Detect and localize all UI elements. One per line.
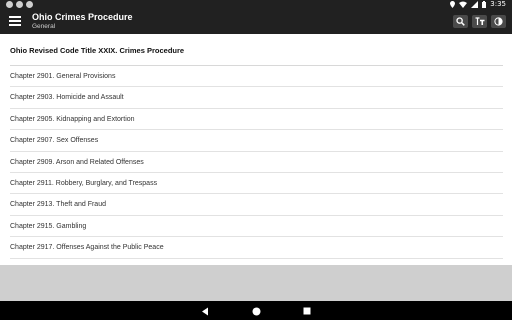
text-size-button[interactable] bbox=[472, 15, 487, 28]
notification-icon bbox=[26, 1, 33, 8]
chapter-label: Chapter 2915. Gambling bbox=[10, 222, 87, 230]
chapter-label: Chapter 2917. Offenses Against the Publi… bbox=[10, 244, 164, 252]
wifi-icon bbox=[459, 1, 468, 8]
chapter-label: Chapter 2909. Arson and Related Offenses bbox=[10, 158, 144, 166]
back-icon bbox=[202, 307, 208, 315]
app-title: Ohio Crimes Procedure bbox=[32, 12, 133, 22]
notification-icon bbox=[6, 1, 13, 8]
chapter-list: Chapter 2901. General Provisions Chapter… bbox=[0, 66, 512, 259]
chapter-content: Ohio Revised Code Title XXIX. Crimes Pro… bbox=[0, 34, 512, 265]
recents-icon bbox=[303, 307, 311, 315]
back-button[interactable] bbox=[199, 305, 211, 317]
chapter-label: Chapter 2913. Theft and Fraud bbox=[10, 201, 106, 209]
title-block: Ohio Crimes Procedure General bbox=[32, 12, 133, 31]
notification-icon bbox=[16, 1, 23, 8]
list-item-chapter-2901[interactable]: Chapter 2901. General Provisions bbox=[0, 66, 512, 88]
list-item-chapter-2917[interactable]: Chapter 2917. Offenses Against the Publi… bbox=[0, 237, 512, 259]
text-size-icon bbox=[475, 17, 484, 25]
list-item-chapter-2915[interactable]: Chapter 2915. Gambling bbox=[0, 216, 512, 238]
location-icon bbox=[450, 1, 456, 8]
list-item-chapter-2907[interactable]: Chapter 2907. Sex Offenses bbox=[0, 130, 512, 152]
hamburger-menu-icon[interactable] bbox=[9, 15, 21, 27]
status-time: 3:35 bbox=[490, 0, 506, 8]
home-button[interactable] bbox=[250, 305, 262, 317]
app-subtitle: General bbox=[32, 23, 56, 30]
status-bar: 3:35 bbox=[0, 0, 512, 9]
contrast-button[interactable] bbox=[491, 15, 506, 28]
contrast-icon bbox=[494, 17, 503, 26]
app-bar: Ohio Crimes Procedure General bbox=[0, 9, 512, 34]
chapter-label: Chapter 2907. Sex Offenses bbox=[10, 137, 99, 145]
system-icons: 3:35 bbox=[450, 0, 506, 9]
divider bbox=[10, 257, 503, 259]
search-icon bbox=[456, 17, 465, 26]
chapter-label: Chapter 2905. Kidnapping and Extortion bbox=[10, 115, 135, 123]
notification-icons bbox=[6, 1, 33, 8]
list-item-chapter-2911[interactable]: Chapter 2911. Robbery, Burglary, and Tre… bbox=[0, 173, 512, 195]
search-button[interactable] bbox=[453, 15, 468, 28]
chapter-label: Chapter 2903. Homicide and Assault bbox=[10, 94, 124, 102]
section-heading: Ohio Revised Code Title XXIX. Crimes Pro… bbox=[10, 46, 185, 55]
battery-icon bbox=[482, 1, 487, 8]
bottom-gray-area bbox=[0, 265, 512, 301]
list-item-chapter-2905[interactable]: Chapter 2905. Kidnapping and Extortion bbox=[0, 109, 512, 131]
navigation-bar bbox=[0, 301, 512, 320]
list-item-chapter-2913[interactable]: Chapter 2913. Theft and Fraud bbox=[0, 194, 512, 216]
recents-button[interactable] bbox=[301, 305, 313, 317]
list-item-chapter-2903[interactable]: Chapter 2903. Homicide and Assault bbox=[0, 87, 512, 109]
chapter-label: Chapter 2901. General Provisions bbox=[10, 73, 116, 80]
list-item-chapter-2909[interactable]: Chapter 2909. Arson and Related Offenses bbox=[0, 152, 512, 173]
signal-icon bbox=[471, 1, 479, 8]
chapter-label: Chapter 2911. Robbery, Burglary, and Tre… bbox=[10, 179, 158, 187]
home-icon bbox=[252, 307, 260, 315]
